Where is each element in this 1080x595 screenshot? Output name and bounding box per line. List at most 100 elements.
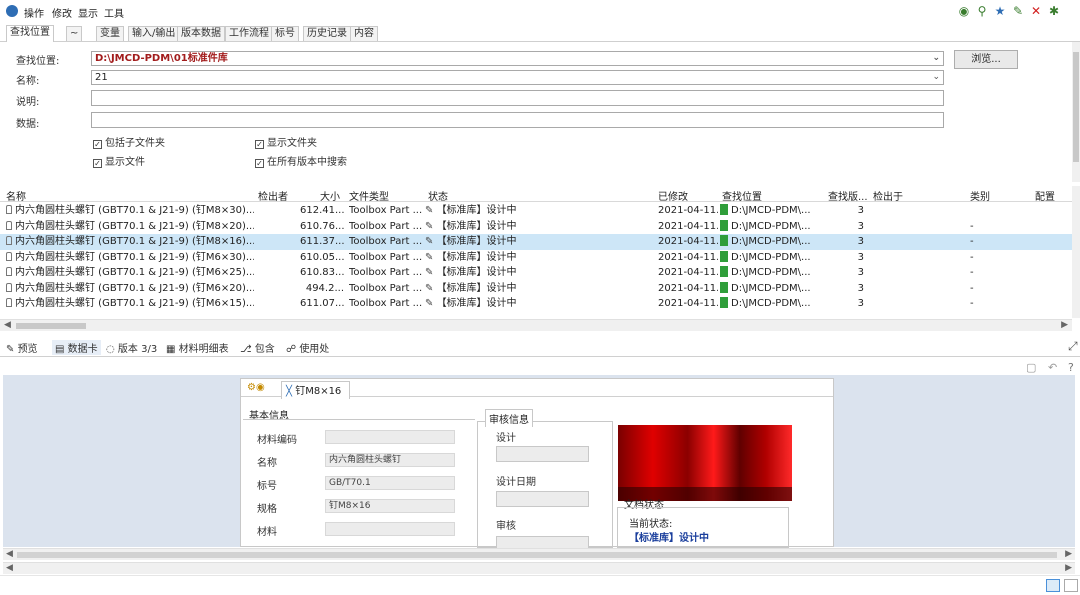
design-date-field[interactable] <box>496 491 589 507</box>
edit-icon[interactable]: ✎ <box>1011 4 1025 18</box>
cell-version: 3 <box>840 219 864 234</box>
col-configuration[interactable]: 配置 <box>1035 188 1055 203</box>
chevron-down-icon[interactable]: ⌄ <box>932 52 940 65</box>
scroll-left-icon[interactable]: ◀ <box>6 563 13 573</box>
help-icon[interactable]: ? <box>1068 361 1074 374</box>
col-file-type[interactable]: 文件类型 <box>349 188 389 203</box>
design-field[interactable] <box>496 446 589 462</box>
tab-input-output[interactable]: 输入/输出 <box>128 26 180 41</box>
preview-horizontal-scrollbar[interactable]: ◀ ▶ <box>3 548 1075 560</box>
list-view-icon[interactable] <box>1064 579 1078 592</box>
col-checked-out-in[interactable]: 检出于 <box>873 188 903 203</box>
table-row[interactable]: 内六角圆柱头螺钉 (GBT70.1 & J21-9) (钉M8×16)... 61… <box>0 234 1072 250</box>
cell-version-text: 3 <box>857 205 864 216</box>
col-state[interactable]: 状态 <box>428 188 448 203</box>
close-icon[interactable]: ✕ <box>1029 4 1043 18</box>
cell-modified: 2021-04-11... <box>658 234 718 249</box>
table-row[interactable]: 内六角圆柱头螺钉 (GBT70.1 & J21-9) (钉M6×20)... 49… <box>0 281 1072 297</box>
tab-preview[interactable]: ✎ 预览 <box>6 340 38 355</box>
workflow-state-icon: ✎ <box>425 251 437 263</box>
name-combo[interactable]: 21 ⌄ <box>91 70 944 85</box>
table-row[interactable]: 内六角圆柱头螺钉 (GBT70.1 & J21-9) (钉M8×30)... 61… <box>0 203 1072 219</box>
tab-contains-label: 包含 <box>254 344 275 355</box>
form-scrollbar[interactable] <box>1072 42 1080 182</box>
search-user-icon[interactable]: ⚲ <box>975 4 989 18</box>
col-modified[interactable]: 已修改 <box>658 188 688 203</box>
card-field-label: 规格 <box>257 504 277 515</box>
scrollbar-thumb[interactable] <box>16 323 86 329</box>
table-row[interactable]: 内六角圆柱头螺钉 (GBT70.1 & J21-9) (钉M6×25)... 61… <box>0 265 1072 281</box>
data-input[interactable] <box>91 112 944 128</box>
find-user-icon[interactable]: ◉ <box>957 4 971 18</box>
scrollbar-thumb[interactable] <box>1073 52 1079 162</box>
cell-state-text: 【标准库】设计中 <box>436 220 517 232</box>
col-found-version[interactable]: 查找版... <box>828 188 868 203</box>
workflow-state-icon: ✎ <box>425 267 437 278</box>
cell-state: ✎ 【标准库】设计中 <box>425 203 650 218</box>
tab-history[interactable]: 历史记录 <box>303 26 351 41</box>
save-icon[interactable]: ▢ <box>1026 361 1036 374</box>
include-subfolders-checkbox[interactable]: ✓ 包括子文件夹 <box>93 134 165 149</box>
col-checked-out-by[interactable]: 检出者 <box>258 188 288 203</box>
table-row[interactable]: 内六角圆柱头螺钉 (GBT70.1 & J21-9) (钉M6×15)... 61… <box>0 296 1072 312</box>
tab-data-card[interactable]: ▤ 数据卡 <box>52 340 101 355</box>
card-field-input[interactable] <box>325 522 455 536</box>
col-location[interactable]: 查找位置 <box>722 188 762 203</box>
tab-workflow[interactable]: 工作流程 <box>225 26 273 41</box>
scroll-right-icon[interactable]: ▶ <box>1061 320 1068 330</box>
cell-category-text: - <box>970 220 974 232</box>
scrollbar-thumb[interactable] <box>17 552 1057 558</box>
tab-bom[interactable]: ▦ 材料明细表 <box>166 340 229 355</box>
grid-scrollbar[interactable] <box>1072 186 1080 318</box>
all-versions-checkbox[interactable]: ✓ 在所有版本中搜索 <box>255 153 347 168</box>
tab-version[interactable]: ◌ 版本 3/3 <box>106 340 157 355</box>
menu-operate[interactable]: 操作 <box>24 5 44 20</box>
settings-icon[interactable]: ✱ <box>1047 4 1061 18</box>
description-input[interactable] <box>91 90 944 106</box>
cell-size: 611.07... <box>300 296 344 311</box>
tab-version-data[interactable]: 版本数据 <box>177 26 225 41</box>
cell-size: 610.76... <box>300 219 344 234</box>
browse-button[interactable]: 浏览... <box>954 50 1018 69</box>
scroll-left-icon[interactable]: ◀ <box>6 549 13 559</box>
show-folders-checkbox[interactable]: ✓ 显示文件夹 <box>255 134 317 149</box>
card-field-input[interactable]: GB/T70.1 <box>325 476 455 490</box>
tab-variables[interactable]: 变量 <box>96 26 124 41</box>
tab-search-location[interactable]: 查找位置 <box>6 25 54 42</box>
scroll-right-icon[interactable]: ▶ <box>1065 549 1072 559</box>
folder-vault-icon <box>720 297 728 308</box>
tab-where-used[interactable]: ☍ 使用处 <box>286 340 329 355</box>
chevron-down-icon[interactable]: ⌄ <box>932 71 940 84</box>
tab-content[interactable]: 内容 <box>350 26 378 41</box>
menu-tools[interactable]: 工具 <box>104 5 124 20</box>
col-size[interactable]: 大小 <box>320 188 340 203</box>
cell-name-text: 内六角圆柱头螺钉 (GBT70.1 & J21-9) (钉M8×16)... <box>15 236 254 247</box>
col-category[interactable]: 类别 <box>970 188 990 203</box>
table-row[interactable]: 内六角圆柱头螺钉 (GBT70.1 & J21-9) (钉M8×20)... 61… <box>0 219 1072 235</box>
menu-modify[interactable]: 修改 <box>52 5 72 20</box>
outer-horizontal-scrollbar[interactable]: ◀ ▶ <box>3 562 1075 574</box>
show-files-checkbox[interactable]: ✓ 显示文件 <box>93 153 145 168</box>
grid-horizontal-scrollbar[interactable]: ◀ ▶ <box>0 319 1072 331</box>
menu-view[interactable]: 显示 <box>78 5 98 20</box>
undo-icon[interactable]: ↶ <box>1048 361 1057 374</box>
location-combo[interactable]: D:\JMCD-PDM\01标准件库 ⌄ <box>91 51 944 66</box>
tab-label[interactable]: 标号 <box>271 26 299 41</box>
details-view-icon[interactable] <box>1046 579 1060 592</box>
tab-contains[interactable]: ⎇ 包含 <box>240 340 275 355</box>
expand-icon[interactable]: ⤢ <box>1068 339 1078 354</box>
card-field-input[interactable] <box>325 430 455 444</box>
star-icon[interactable]: ★ <box>993 4 1007 18</box>
card-config-tab[interactable]: ╳ 钉M8×16 <box>281 381 351 399</box>
col-name[interactable]: 名称 <box>6 188 26 203</box>
pin-part-icon <box>6 298 12 307</box>
table-row[interactable]: 内六角圆柱头螺钉 (GBT70.1 & J21-9) (钉M6×30)... 61… <box>0 250 1072 266</box>
card-field-input[interactable]: 钉M8×16 <box>325 499 455 513</box>
card-config-icon[interactable]: ⚙◉ <box>247 382 265 393</box>
tab-tilde[interactable]: ~ <box>66 26 83 41</box>
folder-vault-icon <box>720 281 728 293</box>
cell-name-text: 内六角圆柱头螺钉 (GBT70.1 & J21-9) (钉M8×30)... <box>15 205 254 216</box>
scroll-right-icon[interactable]: ▶ <box>1065 563 1072 573</box>
scroll-left-icon[interactable]: ◀ <box>4 320 11 330</box>
card-field-input[interactable]: 内六角圆柱头螺钉 <box>325 453 455 467</box>
